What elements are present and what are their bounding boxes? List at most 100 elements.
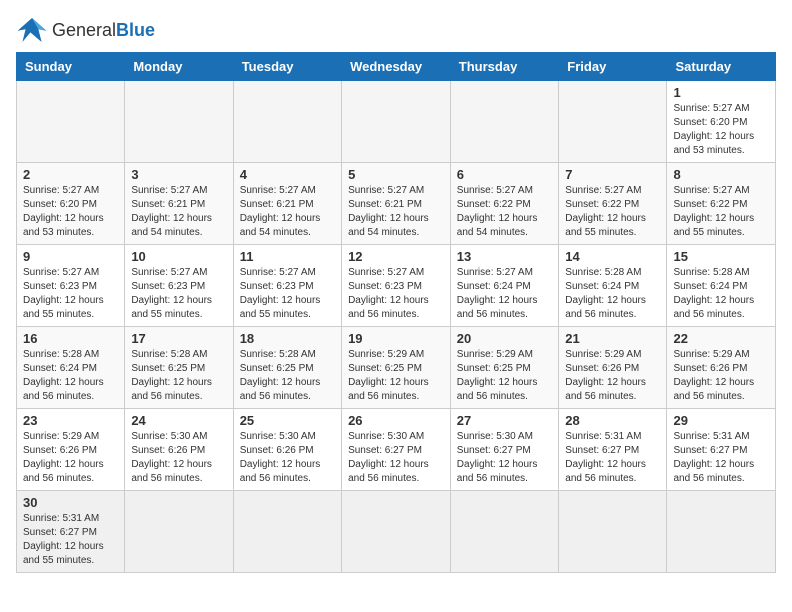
calendar-cell: 14 Sunrise: 5:28 AM Sunset: 6:24 PM Dayli… xyxy=(559,245,667,327)
week-row-3: 9 Sunrise: 5:27 AM Sunset: 6:23 PM Daylig… xyxy=(17,245,776,327)
day-info: Sunrise: 5:27 AM Sunset: 6:20 PM Dayligh… xyxy=(23,184,118,240)
day-info: Sunrise: 5:30 AM Sunset: 6:26 PM Dayligh… xyxy=(131,430,226,486)
calendar-cell xyxy=(559,491,667,573)
calendar-cell: 3 Sunrise: 5:27 AM Sunset: 6:21 PM Daylig… xyxy=(125,163,233,245)
day-info: Sunrise: 5:31 AM Sunset: 6:27 PM Dayligh… xyxy=(565,430,660,486)
calendar-cell xyxy=(233,491,341,573)
week-row-5: 23Sunrise: 5:29 AM Sunset: 6:26 PM Dayli… xyxy=(17,409,776,491)
day-info: Sunrise: 5:31 AM Sunset: 6:27 PM Dayligh… xyxy=(23,512,118,568)
calendar-cell: 15Sunrise: 5:28 AM Sunset: 6:24 PM Dayli… xyxy=(667,245,776,327)
calendar-cell: 2 Sunrise: 5:27 AM Sunset: 6:20 PM Daylig… xyxy=(17,163,125,245)
calendar-cell: 9 Sunrise: 5:27 AM Sunset: 6:23 PM Daylig… xyxy=(17,245,125,327)
calendar-cell xyxy=(125,491,233,573)
day-number: 2 xyxy=(23,167,118,182)
calendar-cell: 20 Sunrise: 5:29 AM Sunset: 6:25 PM Dayli… xyxy=(450,327,559,409)
calendar-cell xyxy=(17,81,125,163)
calendar-cell: 5 Sunrise: 5:27 AM Sunset: 6:21 PM Daylig… xyxy=(342,163,451,245)
day-info: Sunrise: 5:27 AM Sunset: 6:23 PM Dayligh… xyxy=(23,266,118,322)
logo-icon xyxy=(16,16,48,44)
calendar-cell: 19Sunrise: 5:29 AM Sunset: 6:25 PM Dayli… xyxy=(342,327,451,409)
calendar-cell: 13Sunrise: 5:27 AM Sunset: 6:24 PM Dayli… xyxy=(450,245,559,327)
day-info: Sunrise: 5:29 AM Sunset: 6:25 PM Dayligh… xyxy=(457,348,553,404)
day-number: 5 xyxy=(348,167,444,182)
day-info: Sunrise: 5:27 AM Sunset: 6:24 PM Dayligh… xyxy=(457,266,553,322)
calendar-cell: 1 Sunrise: 5:27 AM Sunset: 6:20 PM Daylig… xyxy=(667,81,776,163)
calendar-cell xyxy=(125,81,233,163)
week-row-2: 2 Sunrise: 5:27 AM Sunset: 6:20 PM Daylig… xyxy=(17,163,776,245)
calendar-cell: 18 Sunrise: 5:28 AM Sunset: 6:25 PM Dayli… xyxy=(233,327,341,409)
day-info: Sunrise: 5:29 AM Sunset: 6:26 PM Dayligh… xyxy=(565,348,660,404)
day-info: Sunrise: 5:30 AM Sunset: 6:27 PM Dayligh… xyxy=(348,430,444,486)
day-info: Sunrise: 5:27 AM Sunset: 6:23 PM Dayligh… xyxy=(131,266,226,322)
calendar-cell: 27 Sunrise: 5:30 AM Sunset: 6:27 PM Dayli… xyxy=(450,409,559,491)
calendar-cell: 22Sunrise: 5:29 AM Sunset: 6:26 PM Dayli… xyxy=(667,327,776,409)
day-info: Sunrise: 5:27 AM Sunset: 6:22 PM Dayligh… xyxy=(673,184,769,240)
weekday-header-tuesday: Tuesday xyxy=(233,53,341,81)
day-number: 8 xyxy=(673,167,769,182)
weekday-header-saturday: Saturday xyxy=(667,53,776,81)
day-number: 11 xyxy=(240,249,335,264)
week-row-4: 16Sunrise: 5:28 AM Sunset: 6:24 PM Dayli… xyxy=(17,327,776,409)
day-number: 7 xyxy=(565,167,660,182)
calendar-cell: 26 Sunrise: 5:30 AM Sunset: 6:27 PM Dayli… xyxy=(342,409,451,491)
day-number: 4 xyxy=(240,167,335,182)
day-number: 17 xyxy=(131,331,226,346)
day-number: 27 xyxy=(457,413,553,428)
day-number: 28 xyxy=(565,413,660,428)
day-number: 1 xyxy=(673,85,769,100)
weekday-header-thursday: Thursday xyxy=(450,53,559,81)
calendar-cell: 4 Sunrise: 5:27 AM Sunset: 6:21 PM Daylig… xyxy=(233,163,341,245)
calendar-cell xyxy=(233,81,341,163)
day-info: Sunrise: 5:27 AM Sunset: 6:20 PM Dayligh… xyxy=(673,102,769,158)
calendar-cell xyxy=(342,81,451,163)
day-number: 24 xyxy=(131,413,226,428)
day-number: 9 xyxy=(23,249,118,264)
calendar-cell: 21 Sunrise: 5:29 AM Sunset: 6:26 PM Dayli… xyxy=(559,327,667,409)
page-header: GeneralBlue xyxy=(16,16,776,44)
day-info: Sunrise: 5:31 AM Sunset: 6:27 PM Dayligh… xyxy=(673,430,769,486)
day-number: 18 xyxy=(240,331,335,346)
calendar-cell xyxy=(450,81,559,163)
day-number: 12 xyxy=(348,249,444,264)
calendar-cell: 24 Sunrise: 5:30 AM Sunset: 6:26 PM Dayli… xyxy=(125,409,233,491)
calendar-cell: 16Sunrise: 5:28 AM Sunset: 6:24 PM Dayli… xyxy=(17,327,125,409)
calendar-cell xyxy=(559,81,667,163)
day-info: Sunrise: 5:30 AM Sunset: 6:27 PM Dayligh… xyxy=(457,430,553,486)
weekday-header-monday: Monday xyxy=(125,53,233,81)
calendar-cell: 7 Sunrise: 5:27 AM Sunset: 6:22 PM Daylig… xyxy=(559,163,667,245)
day-info: Sunrise: 5:27 AM Sunset: 6:21 PM Dayligh… xyxy=(240,184,335,240)
calendar-table: SundayMondayTuesdayWednesdayThursdayFrid… xyxy=(16,52,776,573)
day-info: Sunrise: 5:28 AM Sunset: 6:25 PM Dayligh… xyxy=(240,348,335,404)
calendar-cell: 17Sunrise: 5:28 AM Sunset: 6:25 PM Dayli… xyxy=(125,327,233,409)
day-info: Sunrise: 5:27 AM Sunset: 6:22 PM Dayligh… xyxy=(565,184,660,240)
calendar-cell xyxy=(667,491,776,573)
weekday-header-wednesday: Wednesday xyxy=(342,53,451,81)
weekday-header-friday: Friday xyxy=(559,53,667,81)
day-number: 21 xyxy=(565,331,660,346)
calendar-cell: 29 Sunrise: 5:31 AM Sunset: 6:27 PM Dayli… xyxy=(667,409,776,491)
day-number: 29 xyxy=(673,413,769,428)
day-info: Sunrise: 5:29 AM Sunset: 6:26 PM Dayligh… xyxy=(673,348,769,404)
calendar-header: SundayMondayTuesdayWednesdayThursdayFrid… xyxy=(17,53,776,81)
calendar-body: 1 Sunrise: 5:27 AM Sunset: 6:20 PM Daylig… xyxy=(17,81,776,573)
day-info: Sunrise: 5:28 AM Sunset: 6:24 PM Dayligh… xyxy=(565,266,660,322)
day-info: Sunrise: 5:27 AM Sunset: 6:21 PM Dayligh… xyxy=(348,184,444,240)
week-row-1: 1 Sunrise: 5:27 AM Sunset: 6:20 PM Daylig… xyxy=(17,81,776,163)
calendar-cell xyxy=(342,491,451,573)
day-info: Sunrise: 5:27 AM Sunset: 6:21 PM Dayligh… xyxy=(131,184,226,240)
day-number: 19 xyxy=(348,331,444,346)
day-number: 26 xyxy=(348,413,444,428)
weekday-header-sunday: Sunday xyxy=(17,53,125,81)
day-number: 15 xyxy=(673,249,769,264)
day-info: Sunrise: 5:27 AM Sunset: 6:22 PM Dayligh… xyxy=(457,184,553,240)
day-number: 3 xyxy=(131,167,226,182)
day-number: 14 xyxy=(565,249,660,264)
day-info: Sunrise: 5:30 AM Sunset: 6:26 PM Dayligh… xyxy=(240,430,335,486)
day-number: 10 xyxy=(131,249,226,264)
day-info: Sunrise: 5:27 AM Sunset: 6:23 PM Dayligh… xyxy=(240,266,335,322)
day-number: 23 xyxy=(23,413,118,428)
logo: GeneralBlue xyxy=(16,16,155,44)
day-number: 20 xyxy=(457,331,553,346)
weekday-header-row: SundayMondayTuesdayWednesdayThursdayFrid… xyxy=(17,53,776,81)
calendar-cell: 8 Sunrise: 5:27 AM Sunset: 6:22 PM Daylig… xyxy=(667,163,776,245)
